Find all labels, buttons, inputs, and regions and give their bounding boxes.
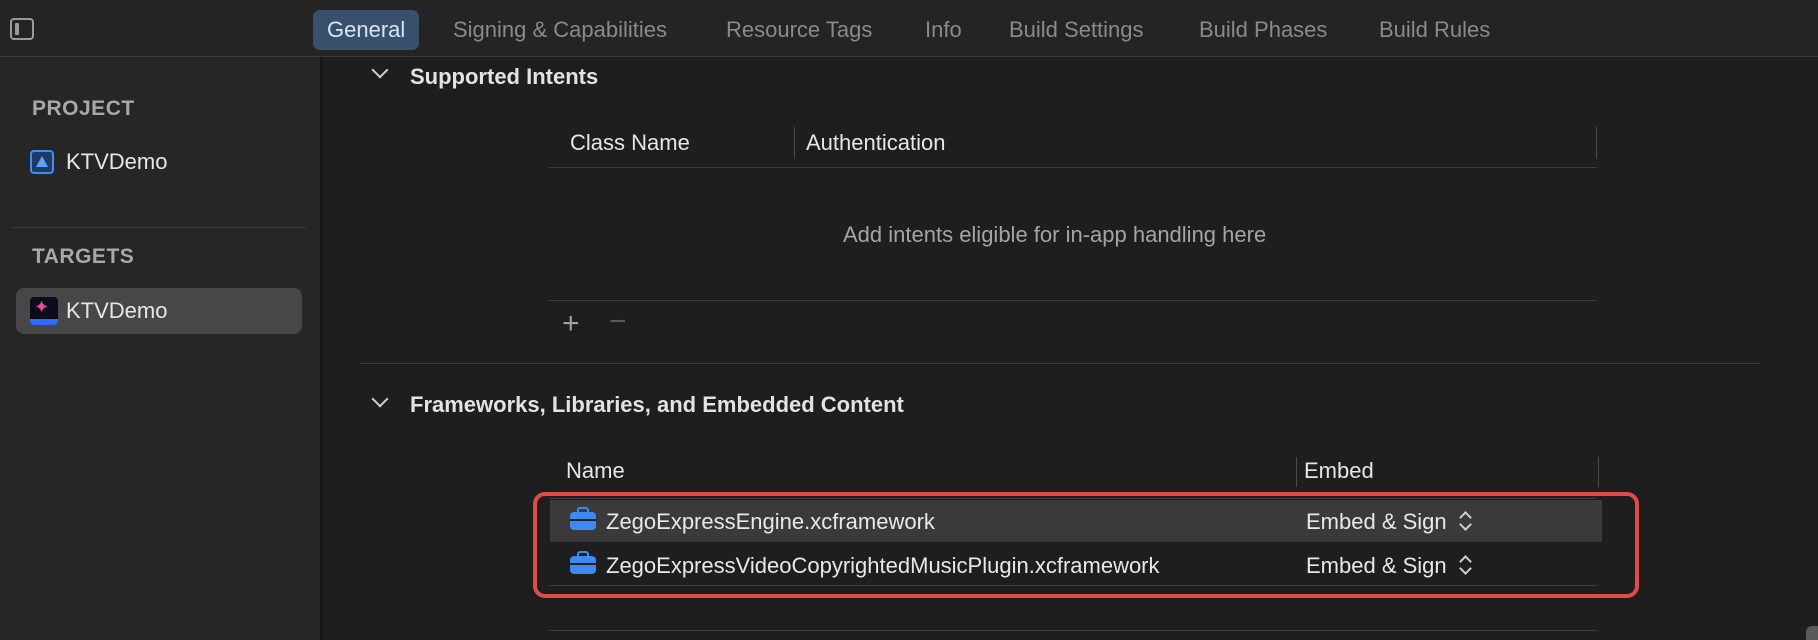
column-header-authentication[interactable]: Authentication [806,130,945,156]
add-intent-button[interactable]: + [562,307,580,341]
tab-info[interactable]: Info [911,10,976,50]
sidebar-toggle-icon[interactable] [10,18,34,40]
tab-signing-capabilities[interactable]: Signing & Capabilities [439,10,681,50]
column-separator [1598,457,1599,487]
targets-section-heading: TARGETS [32,245,135,268]
tab-build-rules[interactable]: Build Rules [1365,10,1504,50]
scrollbar[interactable] [1806,626,1818,640]
table-footer-divider [549,300,1597,301]
remove-intent-button[interactable]: − [609,305,627,339]
editor-tab-bar: General Signing & Capabilities Resource … [0,0,1818,57]
chevron-down-icon[interactable] [371,390,389,408]
sidebar-divider [12,227,306,228]
annotation-highlight-box [533,492,1639,598]
sidebar-item-project[interactable]: KTVDemo [16,139,302,185]
column-separator [1296,457,1297,487]
tab-resource-tags[interactable]: Resource Tags [712,10,886,50]
table-footer-divider [549,630,1597,631]
section-divider [360,363,1760,364]
frameworks-section-title: Frameworks, Libraries, and Embedded Cont… [410,392,904,417]
sidebar-item-target[interactable]: ✦ KTVDemo [16,288,302,334]
column-header-name[interactable]: Name [566,458,625,484]
supported-intents-title: Supported Intents [410,64,599,89]
chevron-down-icon[interactable] [371,61,389,79]
tab-build-phases[interactable]: Build Phases [1185,10,1341,50]
app-target-icon: ✦ [30,297,58,325]
project-section-heading: PROJECT [32,97,135,120]
tab-build-settings[interactable]: Build Settings [995,10,1158,50]
column-separator [1596,127,1597,159]
sidebar-item-label: KTVDemo [66,298,168,323]
table-header-divider [549,167,1597,168]
column-header-embed[interactable]: Embed [1304,458,1374,484]
sidebar-item-label: KTVDemo [66,149,168,174]
project-navigator-sidebar: PROJECT KTVDemo TARGETS ✦ KTVDemo [0,57,322,640]
column-separator [794,127,795,159]
xcode-project-icon [30,150,54,174]
intents-empty-placeholder: Add intents eligible for in-app handling… [843,222,1267,247]
column-header-class-name[interactable]: Class Name [570,130,690,156]
tab-general[interactable]: General [313,10,420,50]
